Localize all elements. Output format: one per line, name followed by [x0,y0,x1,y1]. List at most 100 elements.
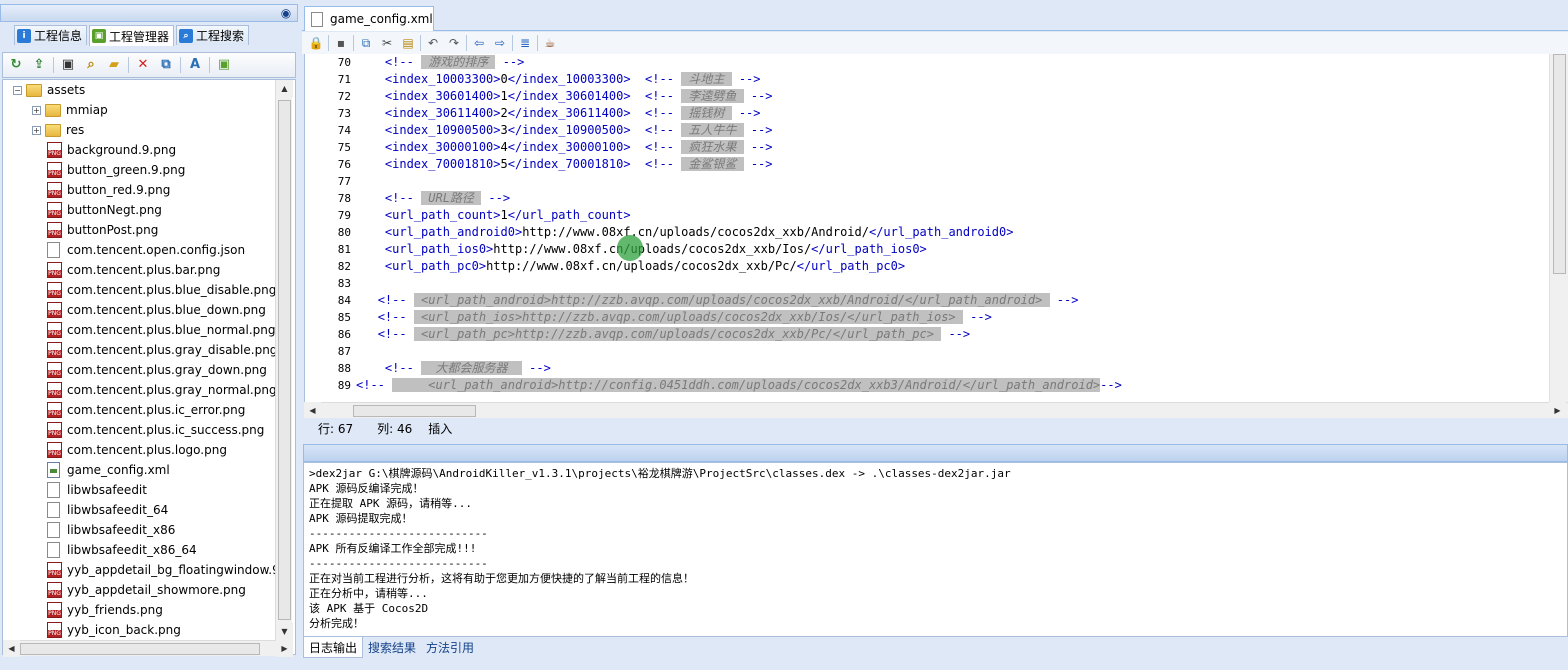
expand-icon[interactable]: + [32,105,41,115]
code-token: </index_30000100> [507,140,631,154]
png-file-icon [47,182,62,198]
toolbar-separator [128,57,129,73]
tree-item[interactable]: com.tencent.plus.bar.png [47,260,220,280]
file-icon [47,542,60,558]
png-file-icon [47,362,62,378]
scroll-right-icon[interactable]: ▶ [276,640,293,657]
scroll-thumb[interactable] [353,405,476,417]
lock-icon[interactable]: 🔒 [307,34,325,52]
code-line: 87 [305,343,1545,360]
tree-item[interactable]: buttonPost.png [47,220,158,240]
tree-item[interactable]: yyb_friends.png [47,600,163,620]
log-tab[interactable]: 搜索结果 [363,637,421,658]
delete-icon[interactable]: ✕ [134,56,152,74]
editor-vertical-scrollbar[interactable] [1549,54,1568,402]
log-output[interactable]: >dex2jar G:\棋牌源码\AndroidKiller_v1.3.1\pr… [303,462,1568,637]
tree-item[interactable]: com.tencent.plus.blue_down.png [47,300,266,320]
code-token: </url_path_pc0> [796,259,906,273]
refresh-icon[interactable]: ↻ [7,56,25,74]
redo-icon[interactable]: ↷ [445,34,463,52]
png-file-icon [47,422,62,438]
code-token: 2 [500,106,508,120]
file-icon [47,242,60,258]
tree-item[interactable]: libwbsafeedit_x86_64 [47,540,197,560]
forward-icon[interactable]: ⇨ [491,34,509,52]
toolbar-separator [209,57,210,73]
tree-item-assets[interactable]: − assets [13,80,85,100]
export-icon[interactable]: ⇪ [30,56,48,74]
tree-item[interactable]: com.tencent.plus.gray_disable.png [47,340,277,360]
eye-icon[interactable]: ◉ [279,6,293,20]
copy-icon[interactable]: ⧉ [357,34,375,52]
tab-label: 工程搜索 [196,29,245,43]
tree-item[interactable]: libwbsafeedit_64 [47,500,168,520]
scroll-up-icon[interactable]: ▲ [276,80,293,97]
tree-item[interactable]: com.tencent.open.config.json [47,240,245,260]
line-number: 78 [337,192,351,205]
tree-item[interactable]: libwbsafeedit_x86 [47,520,175,540]
code-line: 82 <url_path_pc0>http://www.08xf.cn/uplo… [305,258,1545,275]
folder-icon [26,83,42,97]
cut-icon[interactable]: ✂ [378,34,396,52]
tree-vertical-scrollbar[interactable]: ▲ ▼ [275,80,293,640]
scroll-thumb[interactable] [1553,54,1566,274]
toolbar-separator [466,35,467,51]
text-icon[interactable]: A [186,56,204,74]
toolbar-separator [512,35,513,51]
scroll-down-icon[interactable]: ▼ [276,623,293,640]
log-tab[interactable]: 日志输出 [303,637,364,658]
tree-item[interactable]: com.tencent.plus.blue_disable.png [47,280,276,300]
scroll-thumb[interactable] [20,643,260,655]
find-icon[interactable]: ⌕ [82,56,100,74]
scroll-thumb[interactable] [278,100,291,620]
save-icon[interactable]: ▪ [332,34,350,52]
tree-item[interactable]: libwbsafeedit [47,480,147,500]
tree-item[interactable]: com.tencent.plus.ic_error.png [47,400,245,420]
format-icon[interactable]: ≣ [516,34,534,52]
tab-game-config[interactable]: game_config.xml [304,6,434,31]
tree-item[interactable]: + res [32,120,84,140]
tree-item[interactable]: yyb_appdetail_showmore.png [47,580,246,600]
tree-item[interactable]: game_config.xml [47,460,170,480]
java-icon[interactable]: ☕ [541,34,559,52]
toolbar-separator [537,35,538,51]
tree-item[interactable]: com.tencent.plus.ic_success.png [47,420,264,440]
tab-info[interactable]: i 工程信息 [14,25,88,45]
log-tab[interactable]: 方法引用 [421,637,479,658]
back-icon[interactable]: ⇦ [470,34,488,52]
tree-item[interactable]: com.tencent.plus.gray_down.png [47,360,267,380]
tree-item[interactable]: buttonNegt.png [47,200,162,220]
code-token: --> [731,72,761,86]
tree-item[interactable]: yyb_icon_back.png [47,620,181,640]
tree-item[interactable]: com.tencent.plus.logo.png [47,440,227,460]
code-line: 71 <index_10003300>0</index_10003300> <!… [305,71,1545,88]
undo-icon[interactable]: ↶ [424,34,442,52]
code-editor[interactable]: 70 <!-- 游戏的排序 --> 71 <index_10003300>0</i… [304,54,1568,402]
expand-icon[interactable]: + [32,125,41,135]
tree-horizontal-scrollbar[interactable]: ◀ ▶ [3,640,293,657]
log-line: APK 源码提取完成！ [309,512,413,525]
collapse-icon[interactable]: − [13,85,22,95]
tree-item[interactable]: com.tencent.plus.blue_normal.png [47,320,276,340]
tree-item[interactable]: button_red.9.png [47,180,170,200]
tree-item[interactable]: com.tencent.plus.gray_normal.png [47,380,277,400]
scroll-left-icon[interactable]: ◀ [304,402,321,419]
tab-search[interactable]: ⌕ 工程搜索 [176,25,250,45]
tree-item[interactable]: background.9.png [47,140,176,160]
tree-item[interactable]: yyb_appdetail_bg_floatingwindow.9. [47,560,284,580]
tree-item[interactable]: button_green.9.png [47,160,185,180]
window-icon[interactable]: ▣ [59,56,77,74]
folder-icon[interactable]: ▰ [105,56,123,74]
android-icon[interactable]: ▣ [215,56,233,74]
line-number: 86 [337,328,351,341]
scroll-right-icon[interactable]: ▶ [1549,402,1566,419]
tree-item[interactable]: + mmiap [32,100,108,120]
tab-android[interactable]: ▣ 工程管理器 [89,25,175,46]
paste-icon[interactable]: ▤ [399,34,417,52]
editor-horizontal-scrollbar[interactable]: ◀ ▶ [304,402,1568,419]
copy-icon[interactable]: ⧉ [157,56,175,74]
scroll-left-icon[interactable]: ◀ [3,640,20,657]
